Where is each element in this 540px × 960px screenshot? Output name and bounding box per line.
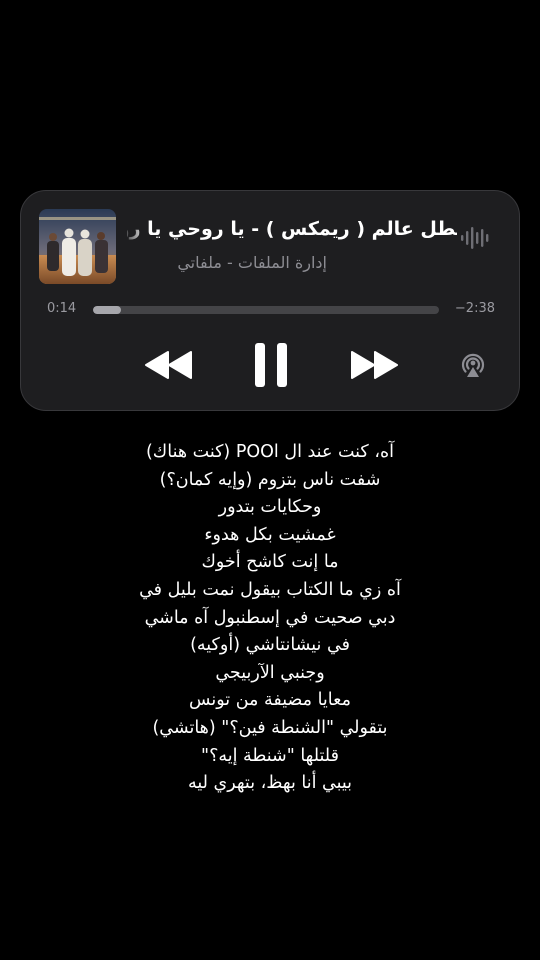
lyric-line: شفت ناس بتزوم (وإيه كمان؟) — [159, 469, 381, 490]
lyric-line: وجنبي الآربيجي — [215, 662, 325, 683]
track-subtitle: إدارة الملفات - ملفاتي — [177, 253, 327, 272]
lyric-line: بتقولي "الشنطة فين؟" (هاتشي) — [152, 717, 388, 738]
progress-scrubber[interactable] — [93, 306, 439, 314]
album-artwork[interactable] — [39, 209, 116, 284]
lyric-line: قلتلها "شنطة إيه؟" — [201, 745, 339, 766]
artwork-image — [39, 209, 116, 284]
lyric-line: بيبي أنا بهظ، بتهري ليه — [187, 773, 353, 794]
pause-button[interactable] — [252, 341, 290, 389]
title-fade — [121, 215, 147, 243]
lyric-line: غمشيت بكل هدوء — [204, 524, 336, 545]
track-title: بطل عالم ( ريمكس ) - يا روحي يا روحي — [127, 218, 457, 240]
now-playing-card[interactable]: بطل عالم ( ريمكس ) - يا روحي يا روحي إدا… — [20, 190, 520, 411]
lyric-line: دبي صحيت في إسطنبول آه ماشي — [144, 607, 396, 628]
waveform-icon — [459, 225, 491, 251]
lyric-line: آه، كنت عند ال POOl (كنت هناك) — [145, 442, 395, 462]
lyric-line: معايا مضيفة من تونس — [189, 690, 351, 711]
airplay-icon — [461, 353, 485, 377]
lyric-line: ما إنت كاشح أخوك — [201, 552, 339, 573]
backward-icon — [145, 351, 192, 379]
lyric-line: وحكايات بتدور — [218, 497, 322, 518]
forward-icon — [351, 351, 398, 379]
pause-icon — [255, 343, 287, 387]
track-subtitle-container: إدارة الملفات - ملفاتي — [127, 251, 327, 277]
rewind-button[interactable] — [143, 349, 195, 381]
airplay-button[interactable] — [457, 349, 489, 381]
lyrics-text: آه، كنت عند ال POOl (كنت هناك) شفت ناس ب… — [0, 439, 540, 798]
lyric-line: في نيشانتاشي (أوكيه) — [190, 635, 350, 656]
elapsed-time: 0:14 — [47, 301, 77, 316]
lyric-line: آه زي ما الكتاب بيقول نمت بليل في — [139, 579, 401, 600]
progress-fill — [93, 306, 121, 314]
forward-button[interactable] — [348, 349, 400, 381]
remaining-time: −2:38 — [454, 301, 495, 316]
track-title-container: بطل عالم ( ريمكس ) - يا روحي يا روحي — [127, 215, 457, 243]
